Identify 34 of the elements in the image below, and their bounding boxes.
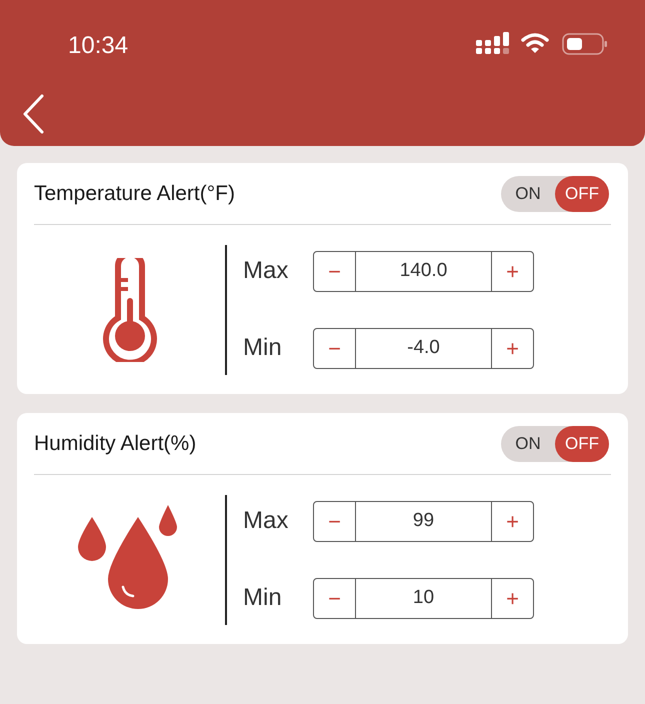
decrement-button[interactable]: − — [314, 578, 355, 618]
limit-label: Max — [243, 256, 290, 286]
status-time: 10:34 — [68, 31, 128, 61]
value-field[interactable]: 140.0 — [355, 252, 492, 290]
limit-label: Max — [243, 506, 290, 536]
back-icon[interactable] — [22, 94, 46, 134]
card-title: Temperature Alert(°F) — [34, 180, 235, 207]
card-title: Humidity Alert(%) — [34, 430, 196, 457]
on-option[interactable]: ON — [501, 176, 555, 212]
number-stepper[interactable]: − 99 + — [313, 500, 534, 542]
limit-label: Min — [243, 583, 283, 613]
value-field[interactable]: -4.0 — [355, 328, 492, 368]
increment-button[interactable]: + — [492, 578, 533, 618]
on-off-toggle[interactable]: ON OFF — [501, 176, 609, 212]
thermometer-icon — [100, 258, 158, 362]
number-stepper[interactable]: − -4.0 + — [313, 328, 534, 368]
battery-icon — [562, 32, 608, 56]
increment-button[interactable]: + — [492, 252, 533, 290]
limit-label: Min — [243, 333, 283, 363]
off-option[interactable]: OFF — [555, 426, 609, 462]
wifi-icon — [521, 32, 549, 54]
increment-button[interactable]: + — [492, 328, 533, 368]
increment-button[interactable]: + — [492, 502, 533, 540]
decrement-button[interactable]: − — [314, 328, 355, 368]
signal-icon — [476, 32, 510, 56]
decrement-button[interactable]: − — [314, 502, 355, 540]
on-off-toggle[interactable]: ON OFF — [501, 426, 609, 462]
on-option[interactable]: ON — [501, 426, 555, 462]
off-option[interactable]: OFF — [555, 176, 609, 212]
number-stepper[interactable]: − 140.0 + — [313, 250, 534, 292]
decrement-button[interactable]: − — [314, 252, 355, 290]
value-field[interactable]: 99 — [355, 502, 492, 540]
value-field[interactable]: 10 — [355, 578, 492, 618]
number-stepper[interactable]: − 10 + — [313, 578, 534, 618]
